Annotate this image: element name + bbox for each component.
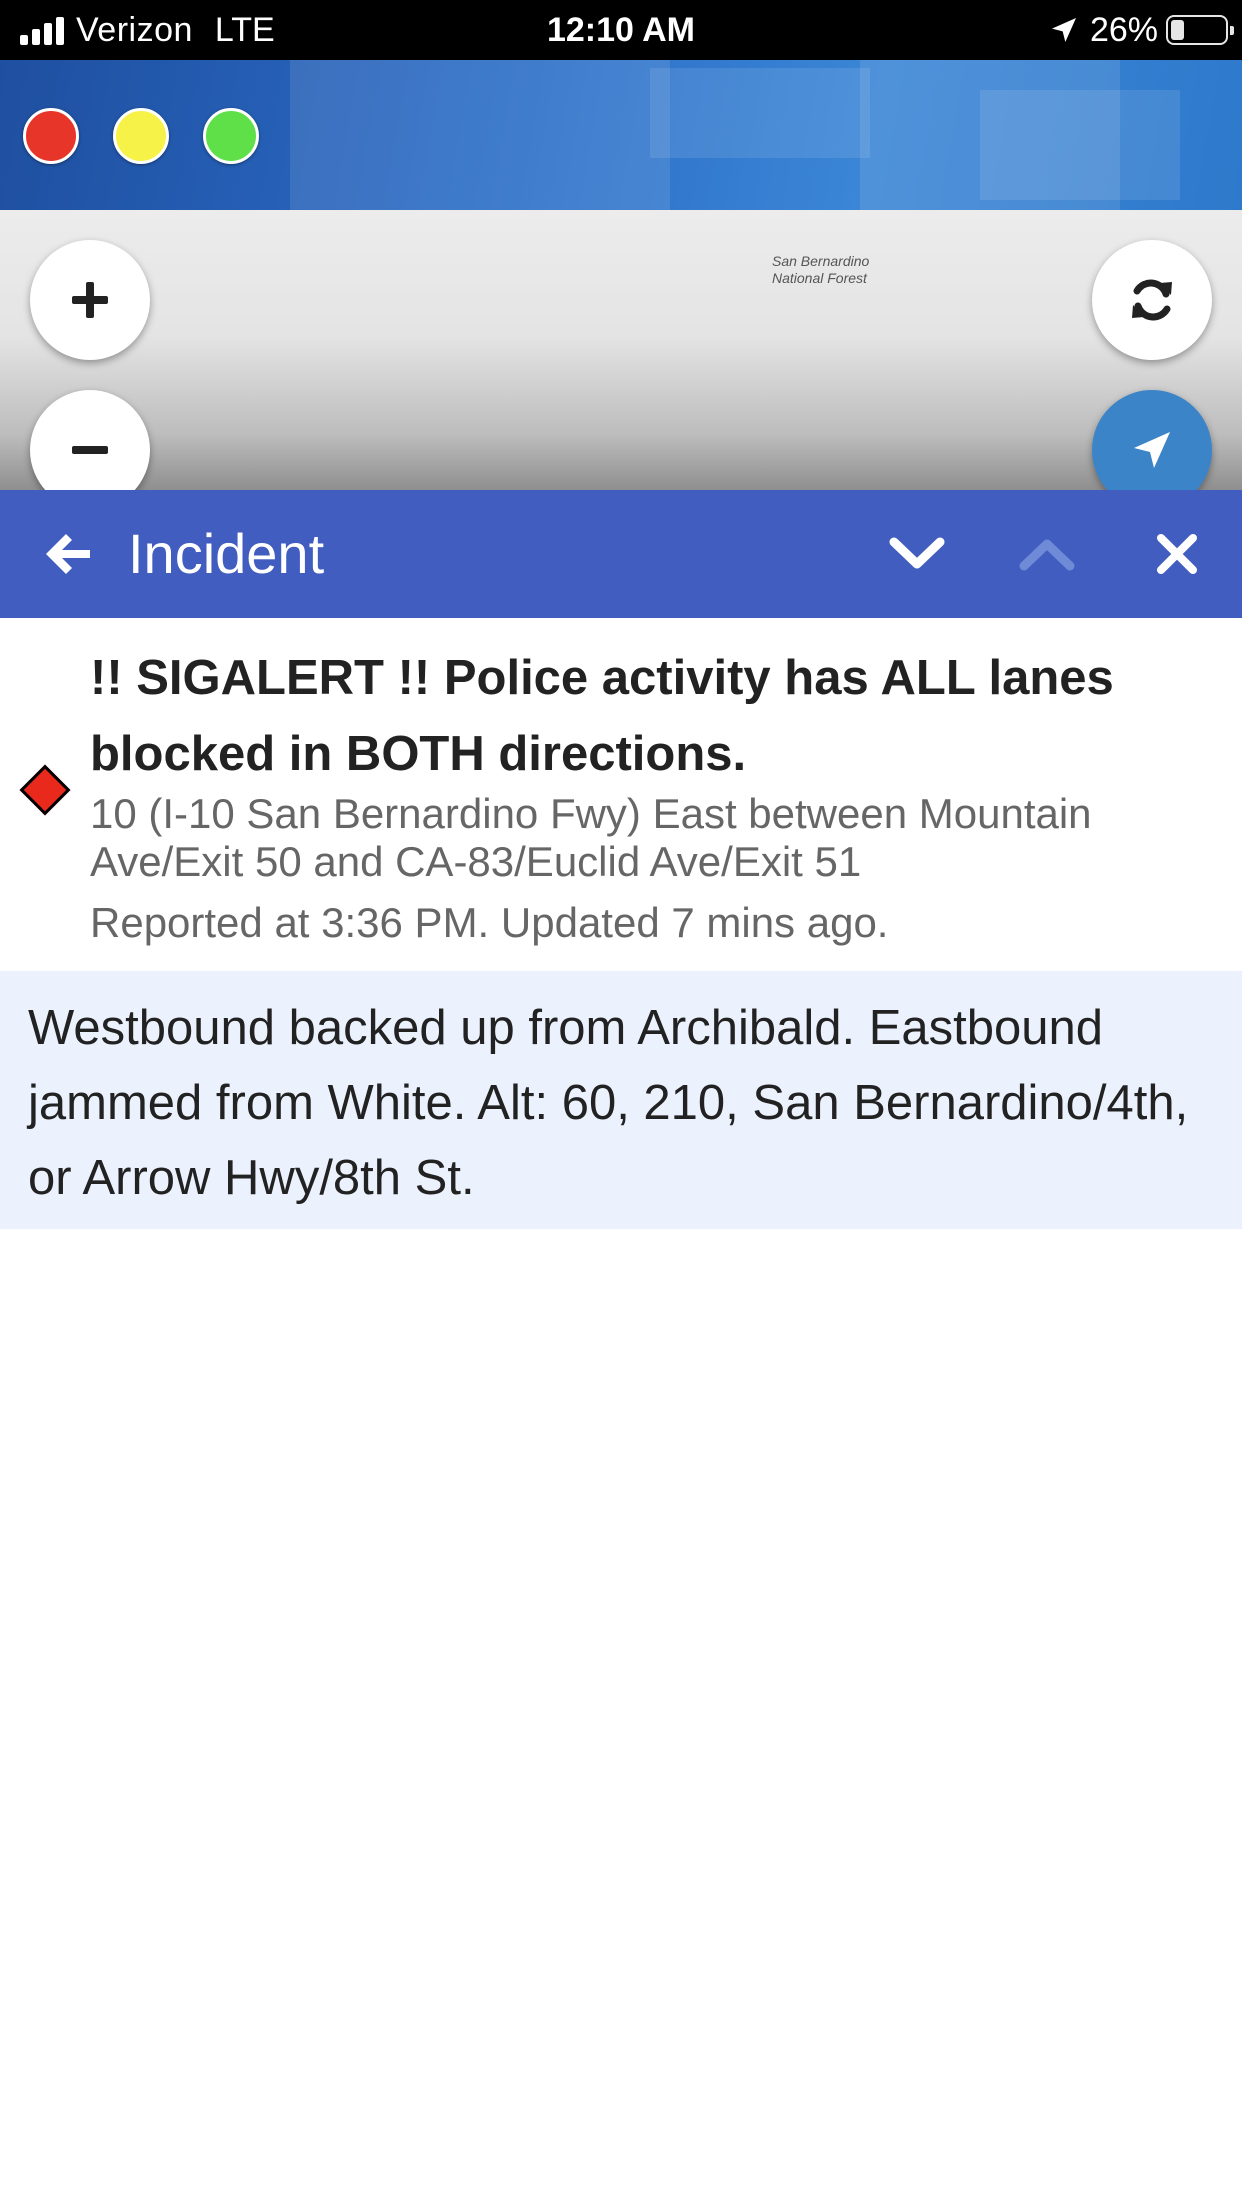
refresh-button[interactable] bbox=[1092, 240, 1212, 360]
yellow-filter-dot[interactable] bbox=[113, 108, 169, 164]
map-view[interactable]: San Bernardino National Forest bbox=[0, 210, 1242, 490]
green-filter-dot[interactable] bbox=[203, 108, 259, 164]
incident-description-text: Westbound backed up from Archibald. East… bbox=[28, 1001, 1189, 1205]
map-place-label: San Bernardino National Forest bbox=[772, 253, 870, 286]
status-right: 26% bbox=[1048, 0, 1234, 60]
minus-icon bbox=[72, 446, 108, 454]
previous-incident-button[interactable] bbox=[1002, 490, 1092, 618]
zoom-in-button[interactable] bbox=[30, 240, 150, 360]
refresh-icon bbox=[1132, 279, 1172, 321]
header-banner bbox=[0, 60, 1242, 210]
my-location-button[interactable] bbox=[1092, 390, 1212, 490]
chevron-down-icon bbox=[889, 537, 945, 569]
severity-marker-icon bbox=[19, 764, 71, 816]
zoom-out-button[interactable] bbox=[30, 390, 150, 490]
plus-icon bbox=[72, 282, 108, 318]
close-icon bbox=[1157, 534, 1197, 574]
incident-detail: !! SIGALERT !! Police activity has ALL l… bbox=[0, 618, 1242, 971]
close-button[interactable] bbox=[1132, 490, 1222, 618]
back-arrow-icon bbox=[46, 534, 90, 574]
incident-headline: !! SIGALERT !! Police activity has ALL l… bbox=[90, 651, 1114, 781]
navigate-icon bbox=[1134, 432, 1170, 468]
incident-reported-time: Reported at 3:36 PM. Updated 7 mins ago. bbox=[90, 899, 889, 946]
next-incident-button[interactable] bbox=[872, 490, 962, 618]
incident-location: 10 (I-10 San Bernardino Fwy) East betwee… bbox=[90, 790, 1092, 885]
battery-icon bbox=[1166, 15, 1234, 45]
battery-percent: 26% bbox=[1089, 10, 1158, 49]
incident-description: Westbound backed up from Archibald. East… bbox=[0, 971, 1242, 1229]
chevron-up-icon bbox=[1019, 539, 1075, 571]
status-bar: Verizon LTE 12:10 AM 26% bbox=[0, 0, 1242, 60]
red-filter-dot[interactable] bbox=[23, 108, 79, 164]
back-button[interactable] bbox=[22, 490, 112, 618]
location-arrow-icon bbox=[1051, 18, 1076, 42]
incident-header: Incident bbox=[0, 490, 1242, 618]
page-title: Incident bbox=[128, 522, 325, 585]
